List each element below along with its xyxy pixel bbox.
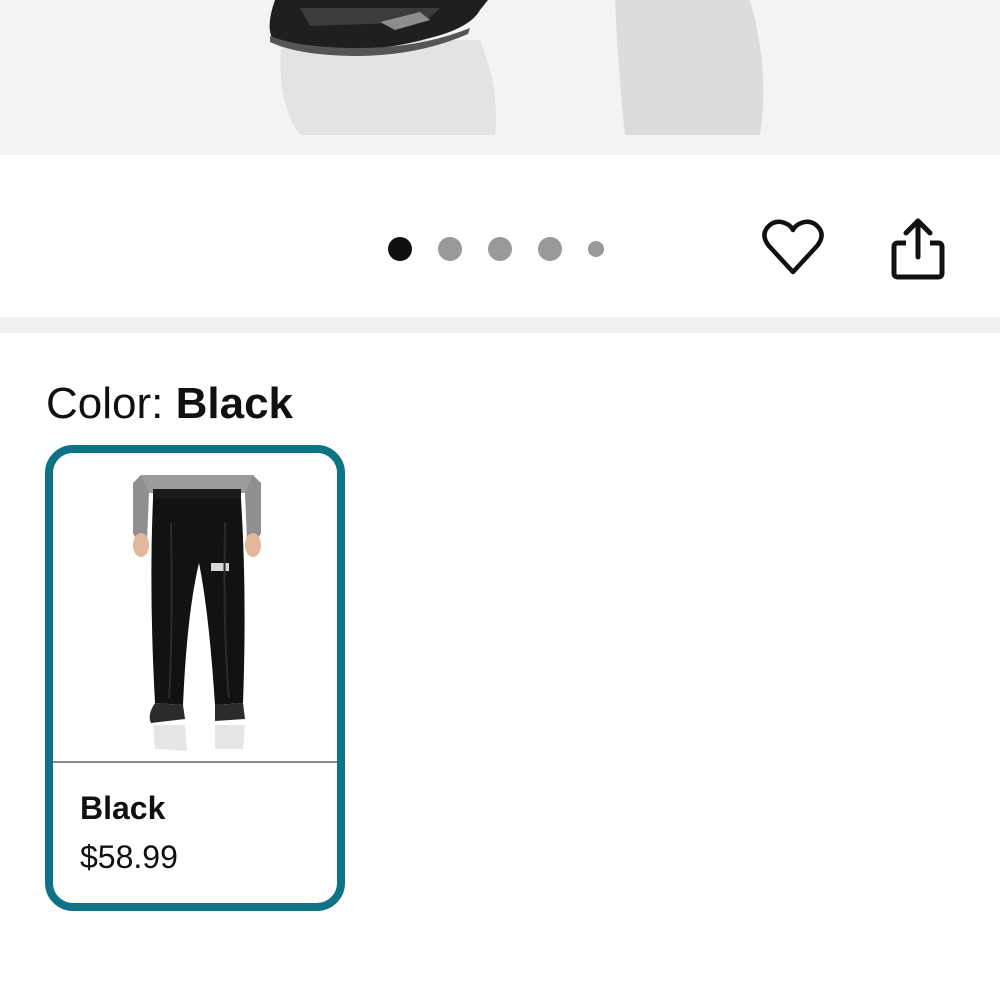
carousel-pagination xyxy=(388,237,630,261)
carousel-dot-5[interactable] xyxy=(588,241,604,257)
swatch-price: $58.99 xyxy=(80,839,178,875)
color-selected-value: Black xyxy=(175,379,294,428)
carousel-controls xyxy=(0,155,1000,317)
carousel-dot-2[interactable] xyxy=(438,237,462,261)
carousel-dot-3[interactable] xyxy=(488,237,512,261)
color-label-prefix: Color: xyxy=(46,379,176,428)
color-label: Color: Black xyxy=(46,378,293,430)
color-swatch-image xyxy=(53,453,337,761)
carousel-dot-4[interactable] xyxy=(538,237,562,261)
favorite-button[interactable] xyxy=(758,213,828,283)
product-image[interactable] xyxy=(0,0,1000,155)
color-swatch-black[interactable]: Black $58.99 xyxy=(45,445,345,911)
pants-thumbnail xyxy=(133,475,261,751)
carousel-dot-1[interactable] xyxy=(388,237,412,261)
section-divider xyxy=(0,317,1000,333)
product-page: Color: Black Black $58.99 xyxy=(0,0,1000,1000)
swatch-color-name: Black xyxy=(80,790,166,826)
product-image-graphic xyxy=(269,0,764,135)
swatch-divider xyxy=(53,761,337,763)
share-button[interactable] xyxy=(883,213,953,283)
heart-icon xyxy=(762,219,824,275)
share-icon xyxy=(891,218,945,280)
